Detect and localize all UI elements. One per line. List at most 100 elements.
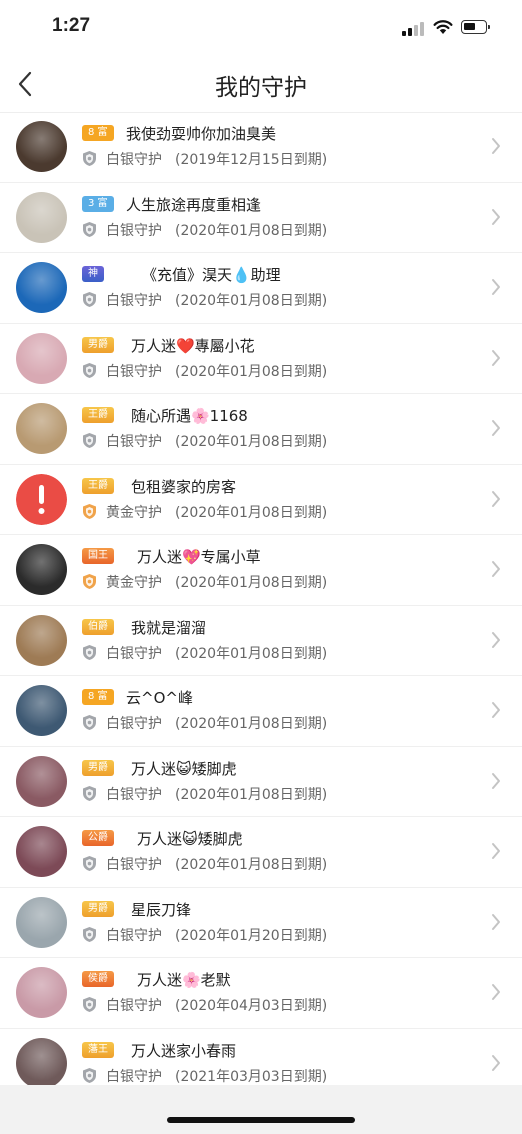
expire-date: (2020年01月08日到期) bbox=[175, 434, 328, 450]
user-avatar[interactable] bbox=[16, 332, 67, 384]
expire-date: (2020年01月08日到期) bbox=[175, 786, 328, 803]
chevron-right-icon bbox=[492, 138, 500, 154]
guard-level: 白银守护 bbox=[106, 1068, 162, 1085]
user-name: 云^O^峰 bbox=[126, 689, 193, 707]
chevron-right-icon bbox=[492, 490, 500, 507]
bottom-safe-area bbox=[0, 1085, 522, 1134]
guardian-row[interactable]: 男爵 星辰刀锋 白银守护 (2020年01月20日到期) bbox=[0, 888, 522, 958]
chevron-right-icon bbox=[492, 420, 500, 436]
silver-shield-icon bbox=[83, 644, 96, 660]
wifi-icon bbox=[433, 20, 453, 34]
guard-level: 黄金守护 bbox=[106, 504, 162, 521]
chevron-right-icon bbox=[492, 208, 500, 225]
user-name: 我使劲耍帅你加油臭美 bbox=[126, 125, 277, 143]
user-avatar[interactable] bbox=[16, 826, 67, 877]
rank-badge: 8 富 bbox=[82, 125, 114, 141]
silver-shield-icon bbox=[83, 292, 96, 307]
silver-shield-icon bbox=[83, 856, 96, 871]
silver-shield-icon bbox=[83, 362, 96, 378]
guard-level: 白银守护 bbox=[106, 152, 162, 168]
guardian-row[interactable]: 8 富云^O^峰 白银守护 (2020年01月08日到期) bbox=[0, 676, 522, 747]
silver-shield-icon bbox=[83, 151, 96, 166]
rank-badge: 国王 bbox=[82, 548, 114, 564]
guardian-row[interactable]: 侯爵 万人迷🌸老默 白银守护 (2020年04月03日到期) bbox=[0, 958, 522, 1029]
home-indicator[interactable] bbox=[167, 1117, 355, 1123]
guard-level: 白银守护 bbox=[106, 998, 162, 1014]
cellular-signal-icon bbox=[402, 22, 426, 36]
user-avatar[interactable] bbox=[16, 896, 67, 948]
expire-date: (2021年03月03日到期) bbox=[175, 1068, 328, 1085]
expire-date: (2020年01月08日到期) bbox=[175, 363, 328, 380]
chevron-right-icon bbox=[492, 561, 500, 577]
guardian-row[interactable]: 神 《充值》淏天💧助理白银守护 (2020年01月08日到期) bbox=[0, 253, 522, 324]
user-avatar[interactable] bbox=[16, 262, 67, 313]
user-name: 《充值》淏天💧助理 bbox=[142, 266, 281, 284]
guardian-row[interactable]: 国王 万人迷💖专属小草 黄金守护 (2020年01月08日到期) bbox=[0, 535, 522, 606]
gold-shield-icon bbox=[83, 574, 96, 589]
user-avatar[interactable] bbox=[16, 755, 67, 807]
user-name: 人生旅途再度重相逢 bbox=[126, 195, 262, 214]
user-name: 星辰刀锋 bbox=[131, 900, 192, 919]
user-name: 万人迷🌸老默 bbox=[137, 971, 231, 989]
expire-date: (2020年01月08日到期) bbox=[175, 645, 328, 662]
user-avatar[interactable] bbox=[16, 685, 67, 736]
user-avatar[interactable] bbox=[16, 544, 67, 595]
expire-date: (2020年01月08日到期) bbox=[175, 293, 328, 309]
user-name: 我就是溜溜 bbox=[131, 618, 207, 637]
rank-badge: 王爵 bbox=[82, 407, 114, 423]
chevron-right-icon bbox=[492, 843, 500, 859]
chevron-right-icon bbox=[492, 349, 500, 366]
expire-date: (2020年01月08日到期) bbox=[175, 575, 328, 591]
rank-badge: 3 富 bbox=[82, 195, 114, 212]
chevron-right-icon bbox=[492, 279, 500, 295]
user-avatar[interactable] bbox=[16, 473, 67, 525]
user-avatar[interactable] bbox=[16, 121, 67, 172]
guardian-list: 8 富我使劲耍帅你加油臭美白银守护 (2019年12月15日到期) 3 富人生旅途再… bbox=[0, 112, 522, 1099]
expire-date: (2020年01月08日到期) bbox=[175, 716, 328, 732]
user-avatar[interactable] bbox=[16, 967, 67, 1018]
user-avatar[interactable] bbox=[16, 1037, 67, 1089]
user-avatar[interactable] bbox=[16, 191, 67, 243]
rank-badge: 伯爵 bbox=[82, 618, 114, 635]
guard-level: 白银守护 bbox=[106, 857, 162, 873]
guard-level: 白银守护 bbox=[106, 645, 162, 662]
rank-badge: 神 bbox=[82, 266, 104, 282]
user-name: 万人迷💖专属小草 bbox=[137, 548, 261, 566]
status-time: 1:27 bbox=[52, 15, 91, 36]
guardian-row[interactable]: 公爵 万人迷😺矮脚虎 白银守护 (2020年01月08日到期) bbox=[0, 817, 522, 888]
rank-badge: 男爵 bbox=[82, 900, 114, 917]
expire-date: (2020年01月08日到期) bbox=[175, 504, 328, 521]
guardian-row[interactable]: 3 富人生旅途再度重相逢白银守护 (2020年01月08日到期) bbox=[0, 183, 522, 253]
expire-date: (2019年12月15日到期) bbox=[175, 152, 328, 168]
guard-level: 白银守护 bbox=[106, 363, 162, 380]
guard-level: 白银守护 bbox=[106, 293, 162, 309]
silver-shield-icon bbox=[83, 926, 96, 942]
guardian-row[interactable]: 王爵 包租婆家的房客黄金守护 (2020年01月08日到期) bbox=[0, 465, 522, 535]
expire-date: (2020年04月03日到期) bbox=[175, 998, 328, 1014]
rank-badge: 王爵 bbox=[82, 477, 114, 494]
guard-level: 白银守护 bbox=[106, 716, 162, 732]
guardian-row[interactable]: 伯爵 我就是溜溜白银守护 (2020年01月08日到期) bbox=[0, 606, 522, 676]
user-name: 万人迷❤️專屬小花 bbox=[131, 336, 255, 355]
guardian-row[interactable]: 男爵 万人迷❤️專屬小花 白银守护 (2020年01月08日到期) bbox=[0, 324, 522, 394]
guardian-row[interactable]: 8 富我使劲耍帅你加油臭美白银守护 (2019年12月15日到期) bbox=[0, 112, 522, 183]
guardian-row[interactable]: 男爵 万人迷😺矮脚虎 白银守护 (2020年01月08日到期) bbox=[0, 747, 522, 817]
chevron-right-icon bbox=[492, 1054, 500, 1071]
chevron-right-icon bbox=[492, 702, 500, 718]
page-title: 我的守护 bbox=[215, 75, 307, 101]
silver-shield-icon bbox=[83, 1067, 96, 1083]
guardian-row[interactable]: 王爵 随心所遇🌸1168 白银守护 (2020年01月08日到期) bbox=[0, 394, 522, 465]
guard-level: 白银守护 bbox=[106, 222, 162, 239]
user-avatar[interactable] bbox=[16, 614, 67, 666]
guard-level: 白银守护 bbox=[106, 434, 162, 450]
chevron-right-icon bbox=[492, 631, 500, 648]
user-name: 包租婆家的房客 bbox=[131, 477, 237, 496]
user-avatar[interactable] bbox=[16, 403, 67, 454]
silver-shield-icon bbox=[83, 221, 96, 237]
gold-shield-icon bbox=[83, 503, 96, 519]
expire-date: (2020年01月08日到期) bbox=[175, 222, 328, 239]
silver-shield-icon bbox=[83, 997, 96, 1012]
battery-icon bbox=[461, 20, 490, 34]
user-name: 万人迷😺矮脚虎 bbox=[131, 759, 237, 778]
silver-shield-icon bbox=[83, 715, 96, 730]
